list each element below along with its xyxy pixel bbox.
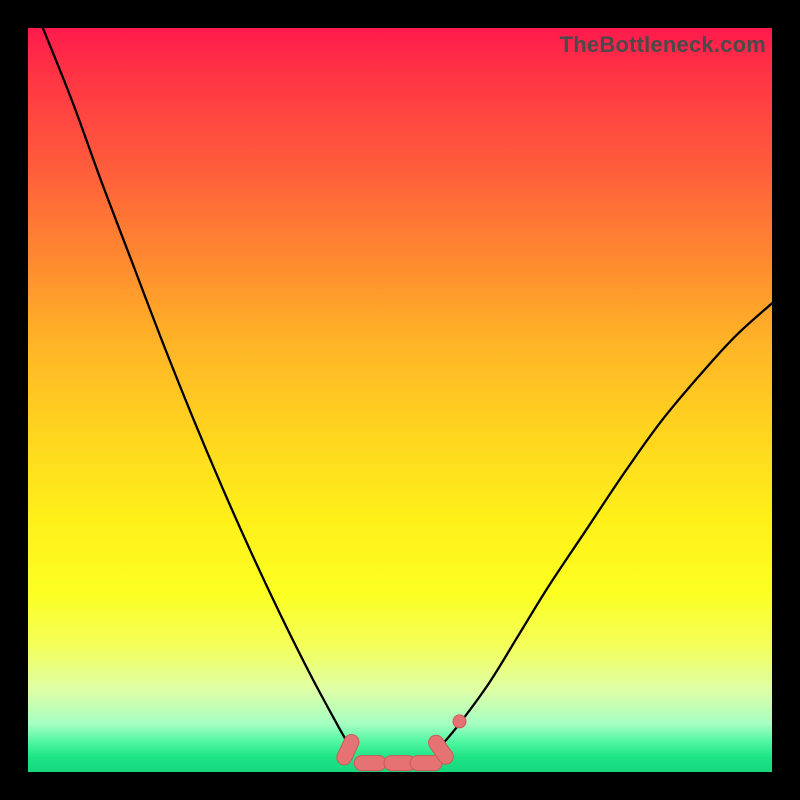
marker-dot-5 — [453, 715, 466, 728]
chart-overlay — [28, 28, 772, 772]
marker-group — [334, 715, 466, 771]
chart-frame: TheBottleneck.com — [0, 0, 800, 800]
plot-area — [28, 28, 772, 772]
series-right-curve — [441, 303, 772, 746]
curve-group — [43, 28, 772, 763]
marker-pill-1 — [354, 756, 386, 771]
series-left-curve — [43, 28, 352, 750]
brand-watermark: TheBottleneck.com — [560, 32, 766, 58]
